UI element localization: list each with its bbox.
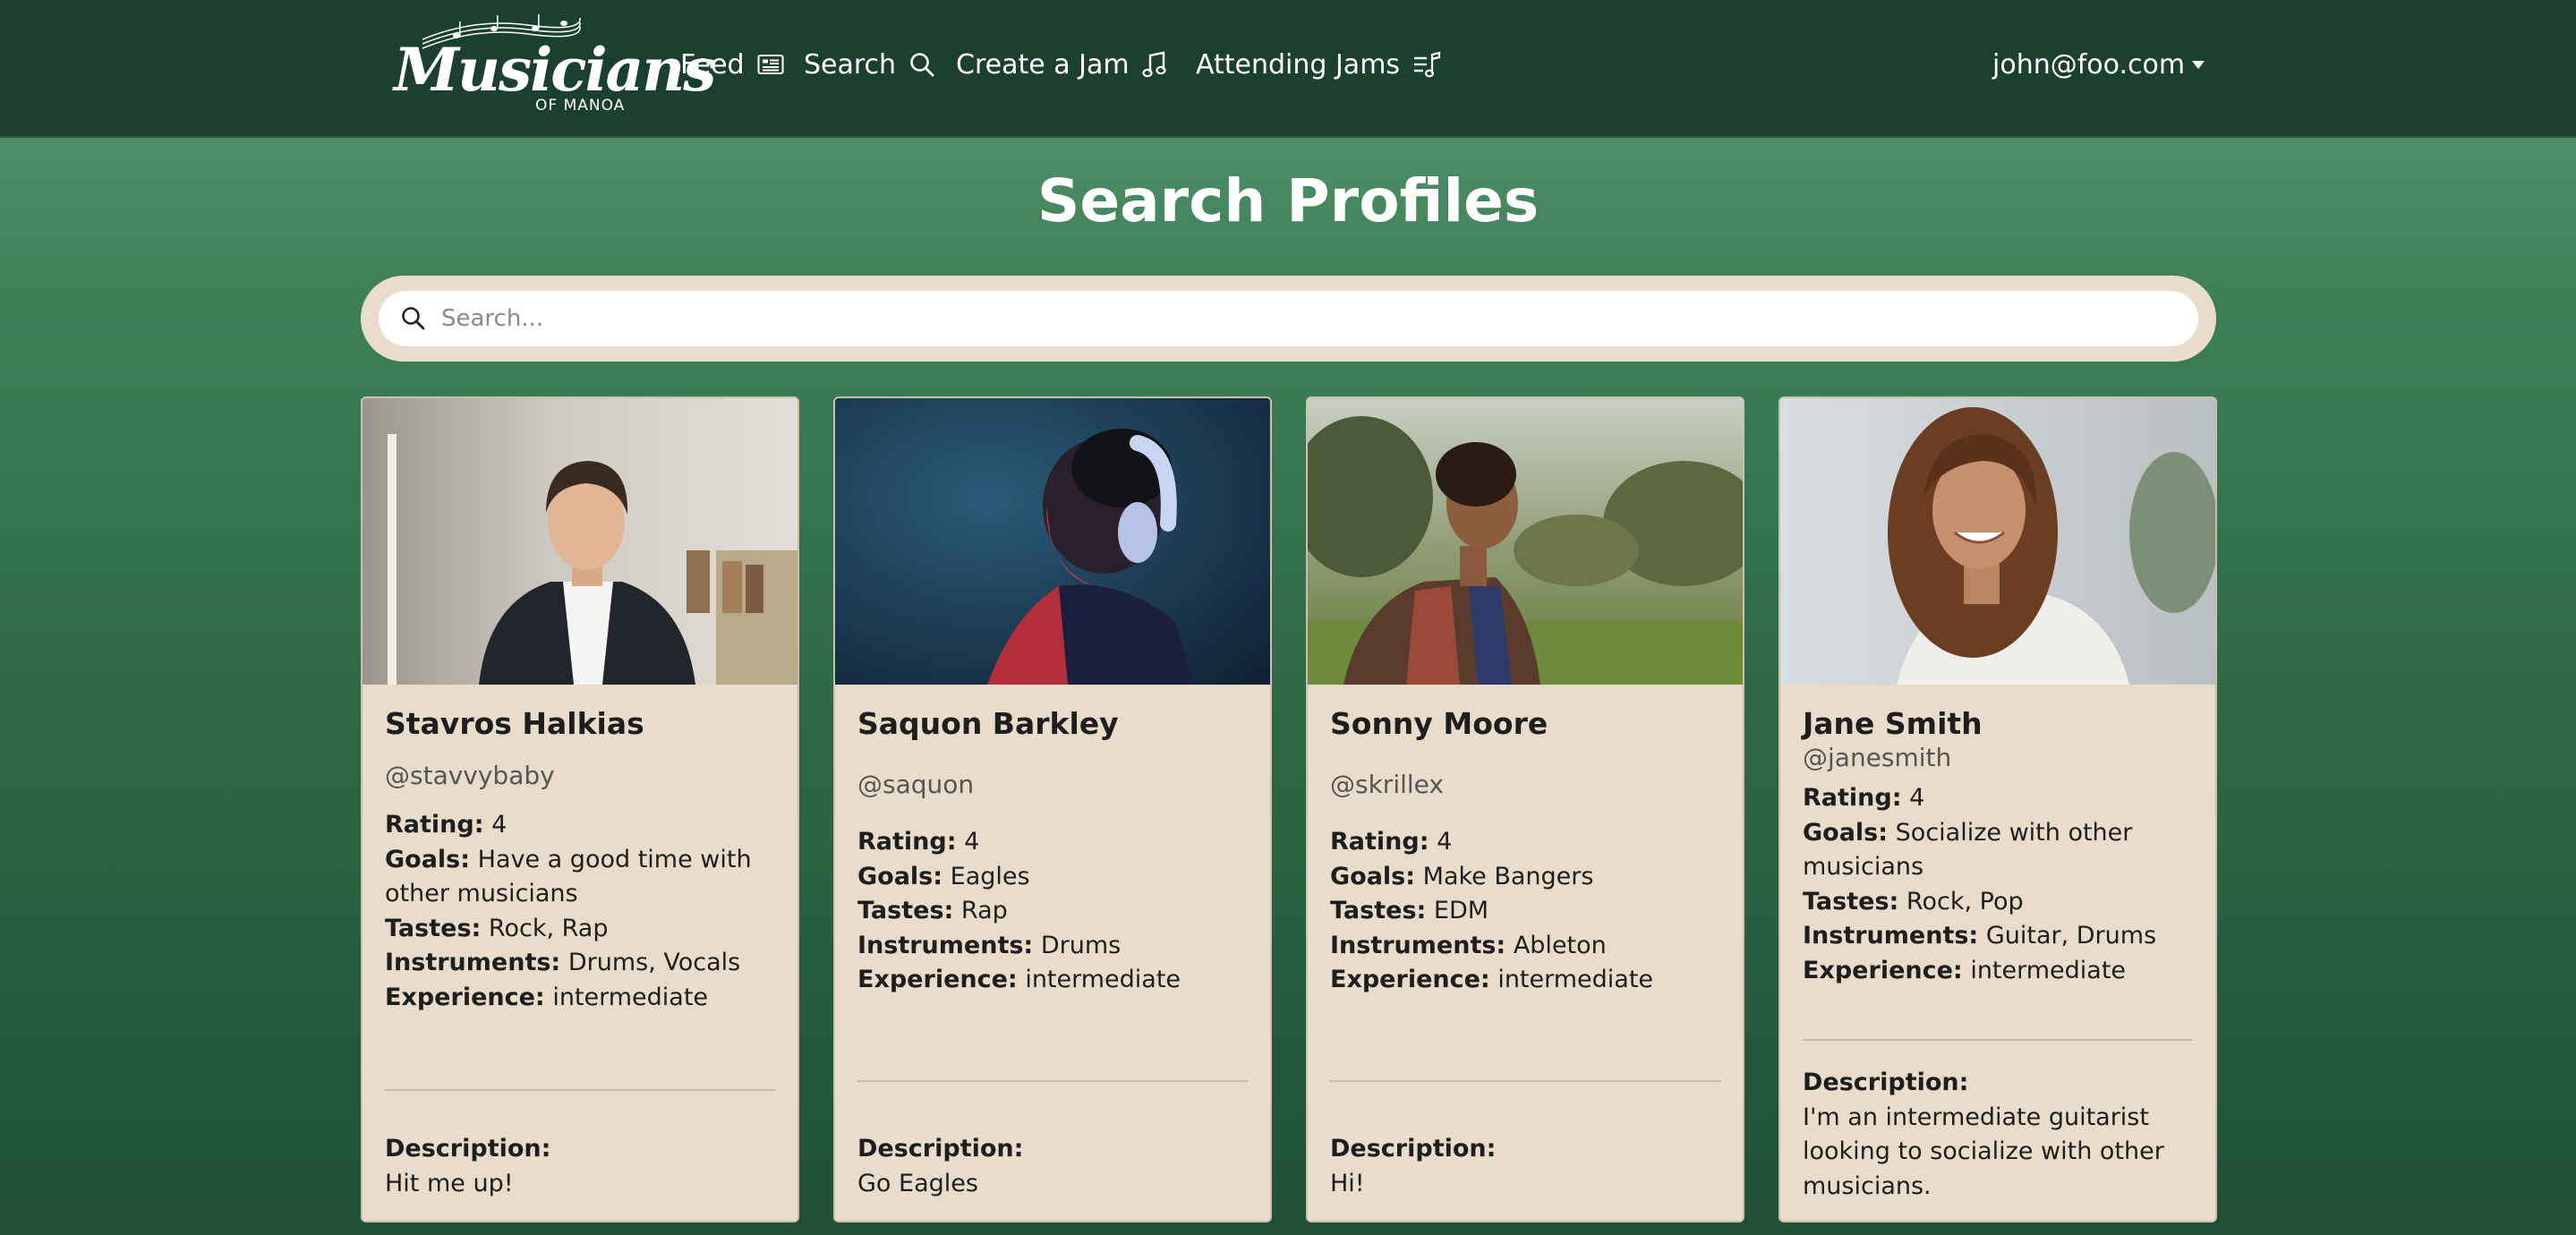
profile-info: Rating: 4 Goals: Eagles Tastes: Rap Inst… [857, 825, 1248, 998]
goals-row: Goals: Eagles [857, 862, 1030, 890]
search-bar-container [361, 276, 2216, 362]
card-divider [857, 1080, 1248, 1082]
user-menu-dropdown[interactable]: john@foo.com [1992, 45, 2205, 84]
profile-photo [1308, 398, 1743, 685]
search-icon [402, 307, 425, 330]
instruments-row: Instruments: Guitar, Drums [1803, 922, 2157, 950]
experience-row: Experience: intermediate [385, 983, 709, 1011]
goals-row: Goals: Socialize with other musicians [1803, 818, 2133, 882]
card-divider [385, 1089, 775, 1091]
profile-card[interactable]: Saquon Barkley @saquon Rating: 4 Goals: … [833, 396, 1272, 1222]
navbar: Musicians OF MANOA Feed Search Create a … [0, 0, 2576, 138]
profile-card[interactable]: Sonny Moore @skrillex Rating: 4 Goals: M… [1306, 396, 1744, 1222]
profile-card[interactable]: Stavros Halkias @stavvybaby Rating: 4 Go… [361, 396, 799, 1222]
brand-logo[interactable]: Musicians OF MANOA [394, 13, 716, 115]
music-playlist-icon [1414, 51, 1441, 78]
profile-photo [363, 398, 798, 685]
page-title: Search Profiles [1036, 166, 1540, 235]
profile-photo [1780, 398, 2215, 685]
card-divider [1803, 1039, 2193, 1041]
rating-row: Rating: 4 [1803, 784, 1925, 812]
user-email: john@foo.com [1992, 48, 2186, 81]
nav-feed-label: Feed [680, 48, 745, 81]
newspaper-icon [757, 55, 784, 74]
profile-handle: @skrillex [1330, 770, 1444, 799]
profile-description: Description: Hi! [1330, 1135, 1497, 1197]
nav-create-jam[interactable]: Create a Jam [956, 45, 1167, 84]
experience-row: Experience: intermediate [857, 966, 1181, 993]
search-input[interactable] [441, 291, 2178, 346]
nav-create-label: Create a Jam [956, 48, 1130, 81]
profile-name: Saquon Barkley [857, 706, 1119, 741]
music-note-icon [1141, 51, 1166, 78]
nav-search-label: Search [804, 48, 897, 81]
profile-description: Description: I'm an intermediate guitari… [1803, 1069, 2164, 1200]
brand-name: Musicians [394, 35, 716, 105]
profile-handle: @janesmith [1803, 743, 1952, 772]
rating-row: Rating: 4 [1330, 828, 1453, 856]
search-box [379, 291, 2198, 346]
goals-row: Goals: Make Bangers [1330, 862, 1594, 890]
instruments-row: Instruments: Drums, Vocals [385, 949, 741, 976]
profile-card-body: Jane Smith @janesmith Rating: 4 Goals: S… [1780, 685, 2215, 1221]
profile-card-body: Saquon Barkley @saquon Rating: 4 Goals: … [835, 685, 1270, 1221]
profile-photo [835, 398, 1270, 685]
profile-name: Stavros Halkias [385, 706, 644, 741]
experience-row: Experience: intermediate [1803, 956, 2127, 984]
rating-row: Rating: 4 [857, 828, 980, 856]
profile-name: Sonny Moore [1330, 706, 1548, 741]
profile-card-body: Sonny Moore @skrillex Rating: 4 Goals: M… [1308, 685, 1743, 1221]
instruments-row: Instruments: Drums [857, 931, 1122, 959]
nav-feed[interactable]: Feed [680, 45, 784, 84]
profile-card-body: Stavros Halkias @stavvybaby Rating: 4 Go… [363, 685, 798, 1221]
search-icon [910, 53, 934, 77]
card-divider [1330, 1080, 1720, 1082]
tastes-row: Tastes: Rap [857, 897, 1008, 924]
rating-row: Rating: 4 [385, 811, 508, 839]
tastes-row: Tastes: Rock, Rap [385, 914, 609, 942]
profile-card[interactable]: Jane Smith @janesmith Rating: 4 Goals: S… [1778, 396, 2217, 1222]
profile-info: Rating: 4 Goals: Have a good time with o… [385, 808, 775, 1015]
tastes-row: Tastes: EDM [1330, 897, 1489, 924]
tastes-row: Tastes: Rock, Pop [1803, 887, 2024, 916]
experience-row: Experience: intermediate [1330, 966, 1654, 993]
instruments-row: Instruments: Ableton [1330, 931, 1607, 959]
brand-subtitle: OF MANOA [535, 97, 626, 115]
goals-row: Goals: Have a good time with other music… [385, 845, 752, 908]
profile-handle: @stavvybaby [385, 761, 555, 790]
profile-handle: @saquon [857, 770, 975, 799]
profile-info: Rating: 4 Goals: Socialize with other mu… [1803, 781, 2193, 988]
nav-attending-jams[interactable]: Attending Jams [1196, 45, 1441, 84]
profile-description: Description: Hit me up! [385, 1135, 551, 1197]
profile-info: Rating: 4 Goals: Make Bangers Tastes: ED… [1330, 825, 1720, 998]
chevron-down-icon [2192, 60, 2205, 69]
nav-search[interactable]: Search [804, 45, 935, 84]
profile-name: Jane Smith [1803, 706, 1983, 741]
nav-attending-label: Attending Jams [1196, 48, 1401, 81]
profile-description: Description: Go Eagles [857, 1135, 1024, 1197]
